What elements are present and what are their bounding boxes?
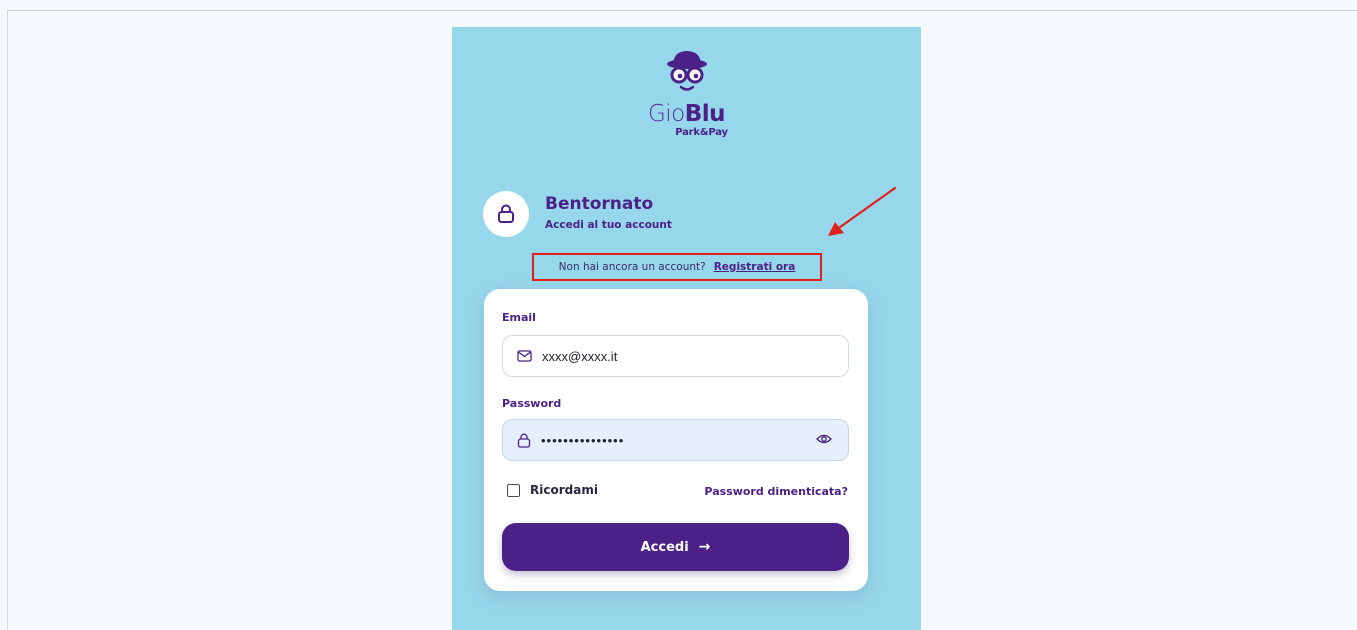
page-title: Bentornato [545,194,654,214]
remember-checkbox[interactable] [507,483,520,497]
password-field[interactable]: ••••••••••••••• [502,419,849,461]
lock-icon [498,204,514,223]
annotation-arrow-icon [828,186,897,236]
arrow-right-icon: → [698,539,711,555]
register-link[interactable]: Registrati ora [714,261,796,273]
password-value: ••••••••••••••• [541,432,625,448]
logo-wordmark: GioBlu [647,101,726,127]
login-button-label: Accedi [640,539,689,555]
remember-label: Ricordami [530,483,598,497]
remember-me[interactable]: Ricordami [507,483,598,497]
logo-tagline: Park&Pay [675,127,728,138]
email-value: xxxx@xxxx.it [542,348,618,364]
login-button[interactable]: Accedi → [502,523,849,571]
gioblu-logo: GioBlu Park&Pay [452,49,921,138]
eye-icon[interactable] [816,433,832,445]
email-field[interactable]: xxxx@xxxx.it [502,335,849,377]
forgot-password-link[interactable]: Password dimenticata? [704,485,848,498]
mail-icon [517,350,532,362]
page-subtitle: Accedi al tuo account [545,219,672,231]
login-form-card: Email xxxx@xxxx.it Password ••••••••••••… [484,289,868,591]
lock-icon [517,433,531,448]
password-label: Password [502,397,562,410]
mascot-icon [666,51,707,91]
register-prompt: Non hai ancora un account? Registrati or… [532,253,822,281]
email-label: Email [502,311,536,324]
login-screen: GioBlu Park&Pay Bentornato Accedi al tuo… [452,27,921,630]
header-lock-badge [483,191,529,237]
register-prompt-text: Non hai ancora un account? [558,261,706,273]
